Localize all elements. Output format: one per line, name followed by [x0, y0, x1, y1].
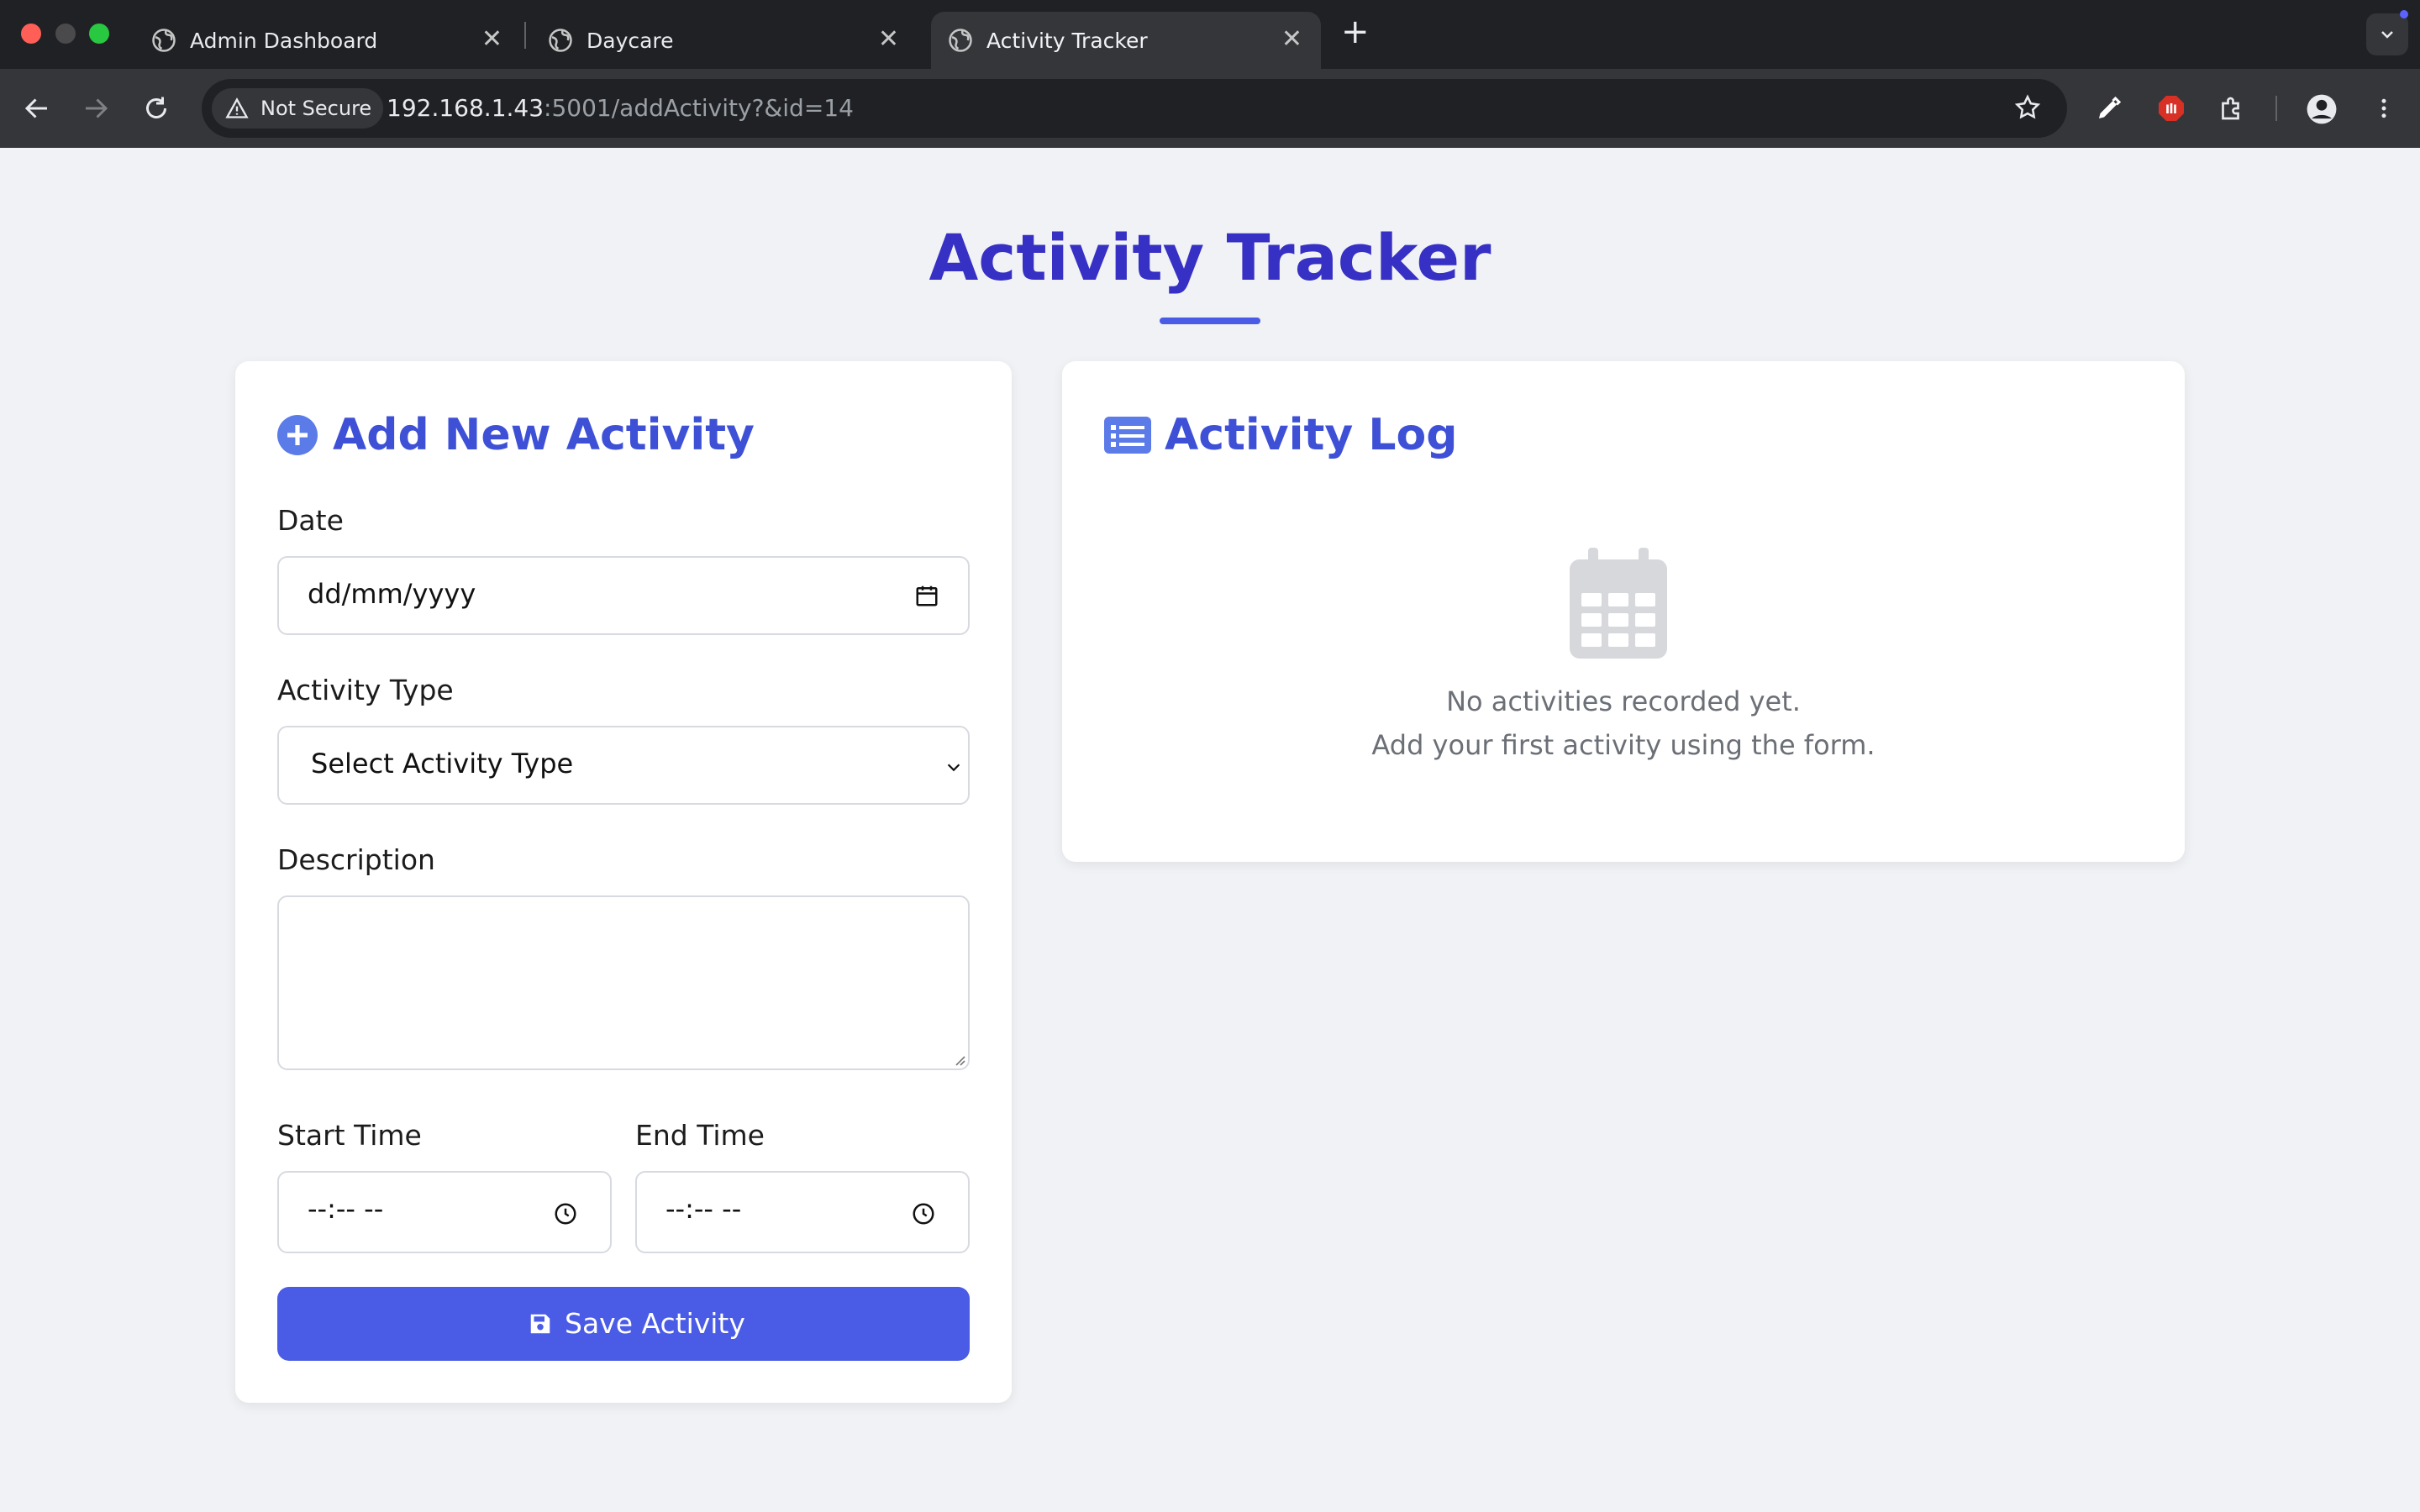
- tab-separator: [524, 22, 526, 49]
- activity-log-card: Activity Log No activities recorded yet.…: [1062, 361, 2185, 862]
- reload-icon[interactable]: [141, 93, 171, 123]
- plus-circle-icon: [277, 415, 318, 455]
- floppy-disk-icon: [530, 1314, 550, 1334]
- activity-log-heading: Activity Log: [1165, 410, 1458, 460]
- extensions-puzzle-icon[interactable]: [2217, 93, 2247, 123]
- tab-daycare[interactable]: Daycare ✕: [531, 12, 918, 69]
- close-window-button[interactable]: [21, 24, 41, 44]
- close-tab-icon[interactable]: ✕: [1281, 25, 1302, 54]
- date-placeholder: dd/mm/yyyy: [308, 578, 476, 610]
- minimize-window-button[interactable]: [55, 24, 76, 44]
- address-bar[interactable]: Not Secure 192.168.1.43:5001/addActivity…: [202, 79, 2067, 138]
- notification-dot: [2400, 10, 2408, 18]
- tab-title: Activity Tracker: [986, 29, 1148, 53]
- end-time-label: End Time: [635, 1119, 765, 1152]
- tab-admin-dashboard[interactable]: Admin Dashboard ✕: [134, 12, 521, 69]
- date-input[interactable]: dd/mm/yyyy: [277, 556, 970, 635]
- close-tab-icon[interactable]: ✕: [481, 25, 502, 54]
- empty-state-message: No activities recorded yet.: [1446, 685, 1801, 717]
- maximize-window-button[interactable]: [89, 24, 109, 44]
- profile-avatar-icon[interactable]: [2306, 93, 2338, 125]
- empty-state-hint: Add your first activity using the form.: [1371, 729, 1876, 761]
- calendar-picker-icon[interactable]: [914, 583, 939, 608]
- save-activity-button[interactable]: Save Activity: [277, 1287, 970, 1361]
- start-time-label: Start Time: [277, 1119, 422, 1152]
- globe-icon: [152, 29, 176, 52]
- url-text: 192.168.1.43:5001/addActivity?&id=14: [387, 94, 854, 122]
- resize-handle-icon[interactable]: [951, 1052, 966, 1067]
- close-tab-icon[interactable]: ✕: [878, 25, 899, 54]
- list-icon: [1104, 417, 1151, 454]
- new-tab-button[interactable]: +: [1341, 13, 1370, 50]
- start-time-input[interactable]: --:-- --: [277, 1171, 612, 1253]
- globe-icon: [549, 29, 572, 52]
- url-host: 192.168.1.43: [387, 94, 544, 122]
- globe-icon: [949, 29, 972, 52]
- clock-icon[interactable]: [553, 1201, 578, 1226]
- chevron-down-icon: [2381, 31, 2393, 39]
- security-indicator[interactable]: Not Secure: [212, 88, 384, 129]
- title-underline: [1160, 318, 1260, 324]
- tab-title: Daycare: [587, 29, 674, 53]
- browser-tab-bar: Admin Dashboard ✕ Daycare ✕ Activity Tra…: [0, 0, 2420, 69]
- tab-activity-tracker[interactable]: Activity Tracker ✕: [931, 12, 1321, 69]
- date-label: Date: [277, 504, 344, 537]
- start-time-value: --:-- --: [308, 1193, 384, 1225]
- end-time-input[interactable]: --:-- --: [635, 1171, 970, 1253]
- tab-title: Admin Dashboard: [190, 29, 378, 53]
- toolbar-separator: [2275, 96, 2277, 121]
- page-title: Activity Tracker: [929, 220, 1491, 295]
- more-options-icon[interactable]: [2371, 93, 2396, 123]
- calendar-icon: [1570, 548, 1667, 659]
- description-label: Description: [277, 843, 435, 876]
- save-activity-label: Save Activity: [565, 1307, 745, 1340]
- bookmark-star-icon[interactable]: [2013, 93, 2042, 122]
- add-activity-heading: Add New Activity: [333, 410, 755, 460]
- stop-hand-extension-icon[interactable]: [2156, 93, 2186, 123]
- clock-icon[interactable]: [911, 1201, 936, 1226]
- back-arrow-icon[interactable]: [22, 93, 52, 123]
- chevron-down-icon: [947, 764, 960, 772]
- activity-type-select[interactable]: Select Activity Type: [277, 726, 970, 805]
- security-label: Not Secure: [260, 97, 372, 120]
- activity-type-label: Activity Type: [277, 674, 454, 706]
- forward-arrow-icon[interactable]: [81, 93, 111, 123]
- eyedropper-extension-icon[interactable]: [2094, 93, 2124, 123]
- url-path: :5001/addActivity?&id=14: [544, 94, 854, 122]
- end-time-value: --:-- --: [666, 1193, 742, 1225]
- activity-type-selected: Select Activity Type: [311, 748, 574, 780]
- browser-toolbar: Not Secure 192.168.1.43:5001/addActivity…: [0, 69, 2420, 148]
- add-activity-card: Add New Activity Date dd/mm/yyyy Activit…: [235, 361, 1012, 1403]
- warning-icon: [225, 97, 249, 118]
- description-textarea[interactable]: [277, 895, 970, 1070]
- tab-search-button[interactable]: [2366, 10, 2408, 55]
